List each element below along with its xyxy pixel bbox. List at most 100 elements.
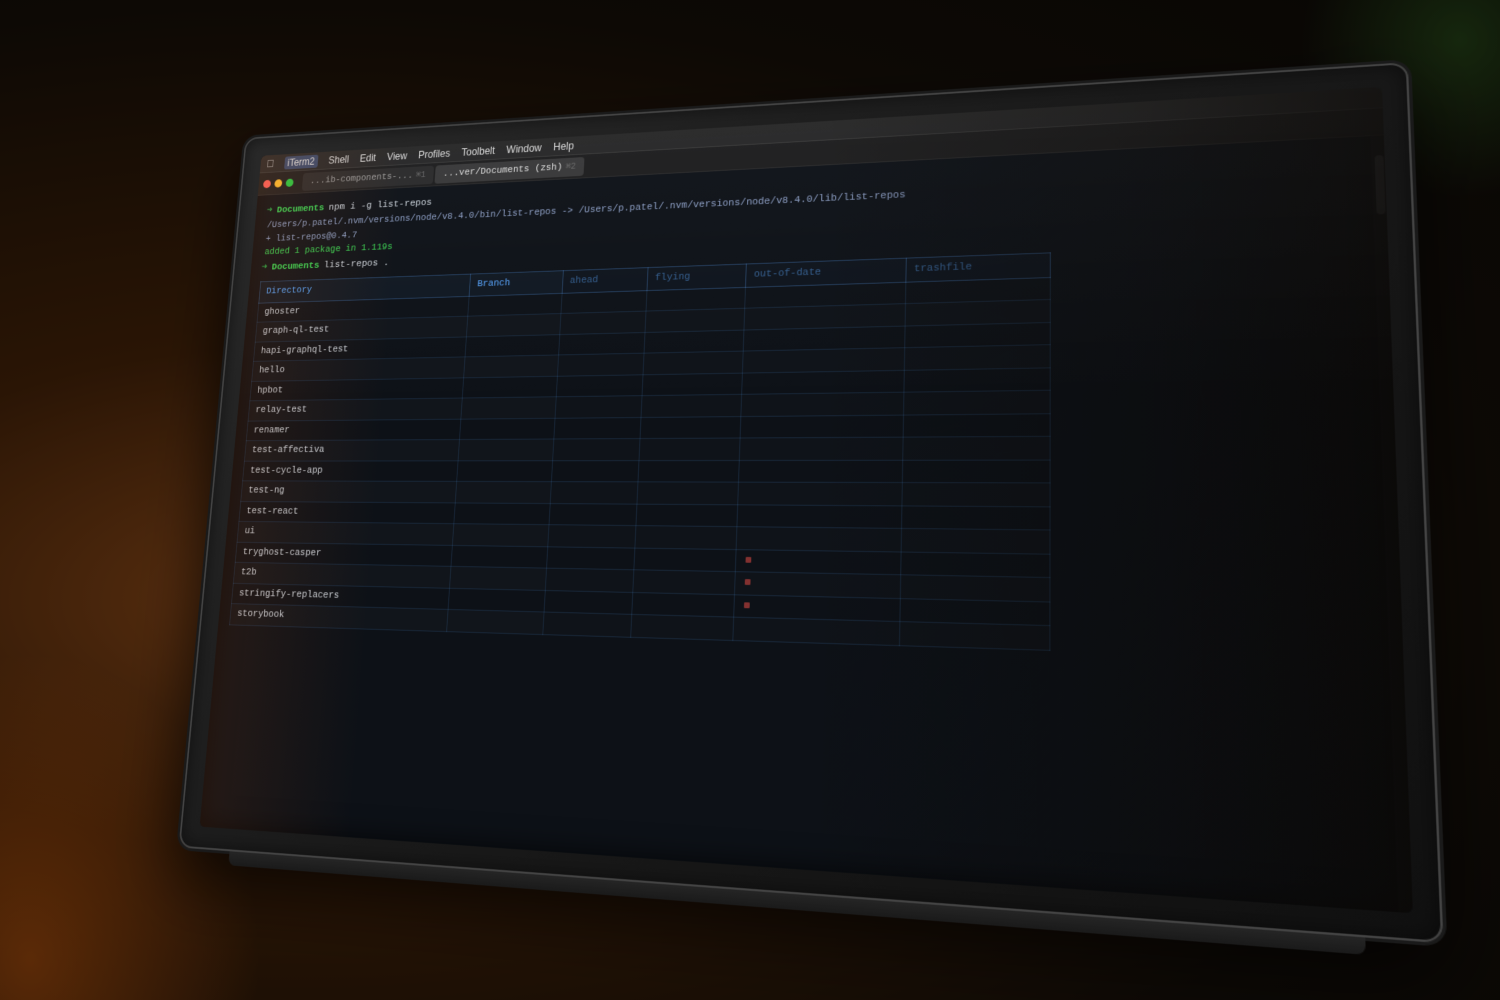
laptop-wrapper:  iTerm2 Shell Edit View Profiles Toolbe…	[100, 60, 1400, 940]
cell-trash	[904, 345, 1050, 370]
cell-dir: test-affectiva	[244, 440, 459, 461]
cell-branch	[467, 314, 561, 337]
maximize-button[interactable]	[286, 178, 294, 186]
cell-dir: test-ng	[241, 481, 457, 503]
apple-menu[interactable]: 	[266, 157, 274, 169]
cell-out	[733, 617, 899, 645]
menu-view[interactable]: View	[386, 150, 407, 163]
cell-ahead	[561, 290, 647, 313]
tab-1-label: ...ib-components-...	[310, 171, 413, 187]
close-button[interactable]	[263, 179, 271, 187]
status-dot-red	[745, 579, 751, 585]
cell-flying	[635, 526, 737, 550]
prompt-dir-2: Documents	[271, 258, 320, 274]
cell-ahead	[550, 482, 638, 504]
cell-out	[736, 549, 901, 575]
menu-window[interactable]: Window	[506, 141, 542, 155]
cell-dir: renamer	[246, 419, 461, 441]
cell-flying	[646, 287, 746, 311]
cell-out	[743, 348, 905, 373]
cell-flying	[636, 504, 738, 527]
cell-ahead	[556, 374, 643, 396]
tab-2-num: ⌘2	[565, 161, 576, 172]
traffic-lights	[263, 178, 294, 188]
cell-branch	[448, 588, 545, 612]
cell-branch	[465, 334, 559, 357]
status-dot-red	[746, 556, 752, 562]
cell-ahead	[543, 612, 632, 637]
cell-trash	[902, 483, 1050, 507]
cell-trash	[904, 367, 1051, 392]
cell-branch	[450, 566, 546, 590]
cell-flying	[631, 614, 734, 640]
cell-out	[739, 460, 903, 483]
cell-dir: hpbot	[250, 377, 464, 400]
cell-ahead	[546, 546, 635, 569]
scrollbar-thumb[interactable]	[1375, 155, 1386, 215]
cell-dir: test-react	[239, 501, 456, 524]
cell-trash	[902, 436, 1050, 459]
col-ahead: ahead	[562, 268, 648, 293]
cell-out	[742, 370, 904, 394]
cell-trash	[903, 413, 1050, 437]
cell-trash	[899, 622, 1050, 650]
cell-out	[740, 415, 903, 438]
cell-flying	[632, 592, 735, 617]
menu-edit[interactable]: Edit	[359, 152, 376, 164]
cell-flying	[645, 308, 745, 332]
cell-ahead	[555, 396, 642, 418]
prompt-arrow-2: ➜	[261, 260, 268, 275]
col-branch: Branch	[469, 271, 563, 296]
prompt-dir-1: Documents	[276, 201, 325, 217]
cell-flying	[637, 482, 739, 504]
menu-iterm2[interactable]: iTerm2	[284, 154, 318, 169]
menu-toolbelt[interactable]: Toolbelt	[461, 144, 495, 158]
cell-trash	[904, 322, 1050, 348]
cell-branch	[457, 460, 552, 481]
status-dot-red	[744, 602, 750, 608]
cell-ahead	[554, 417, 641, 439]
cell-out	[737, 504, 901, 528]
cell-out	[741, 392, 903, 416]
cell-flying	[642, 373, 743, 396]
laptop-screen-container:  iTerm2 Shell Edit View Profiles Toolbe…	[179, 62, 1444, 943]
cell-trash	[901, 528, 1050, 553]
cell-trash	[900, 575, 1050, 602]
cell-ahead	[552, 439, 640, 461]
cell-branch	[468, 293, 562, 316]
cell-branch	[451, 545, 547, 568]
cell-branch	[461, 397, 556, 419]
cell-ahead	[548, 525, 636, 548]
laptop-bezel:  iTerm2 Shell Edit View Profiles Toolbe…	[179, 62, 1444, 943]
cell-branch	[458, 439, 553, 460]
menu-help[interactable]: Help	[553, 139, 574, 152]
cell-ahead	[544, 590, 633, 614]
cell-branch	[447, 609, 544, 634]
cell-trash	[903, 390, 1050, 414]
cell-out	[736, 527, 901, 552]
tab-1-num: ⌘1	[416, 170, 426, 180]
cell-out	[740, 437, 903, 460]
col-flying: flying	[647, 264, 747, 290]
cell-flying	[633, 570, 736, 595]
cell-dir: test-cycle-app	[243, 460, 459, 481]
repo-table: Directory Branch ahead flying out-of-dat…	[229, 252, 1051, 650]
cell-branch	[460, 418, 555, 440]
prompt-arrow-1: ➜	[266, 203, 273, 218]
cell-out	[738, 482, 902, 505]
cell-flying	[639, 438, 740, 460]
cell-ahead	[558, 332, 645, 355]
cell-flying	[638, 460, 740, 482]
cell-branch	[464, 355, 558, 377]
minimize-button[interactable]	[274, 179, 282, 187]
cell-branch	[453, 524, 549, 547]
cell-dir: storybook	[230, 604, 449, 632]
cell-trash	[901, 505, 1050, 530]
table-row: test-cycle-app	[243, 460, 1050, 483]
laptop-screen:  iTerm2 Shell Edit View Profiles Toolbe…	[200, 87, 1413, 913]
menu-shell[interactable]: Shell	[328, 153, 349, 166]
menu-profiles[interactable]: Profiles	[418, 147, 451, 160]
cell-branch	[456, 481, 552, 503]
cell-ahead	[549, 503, 637, 525]
cell-trash	[902, 460, 1050, 483]
